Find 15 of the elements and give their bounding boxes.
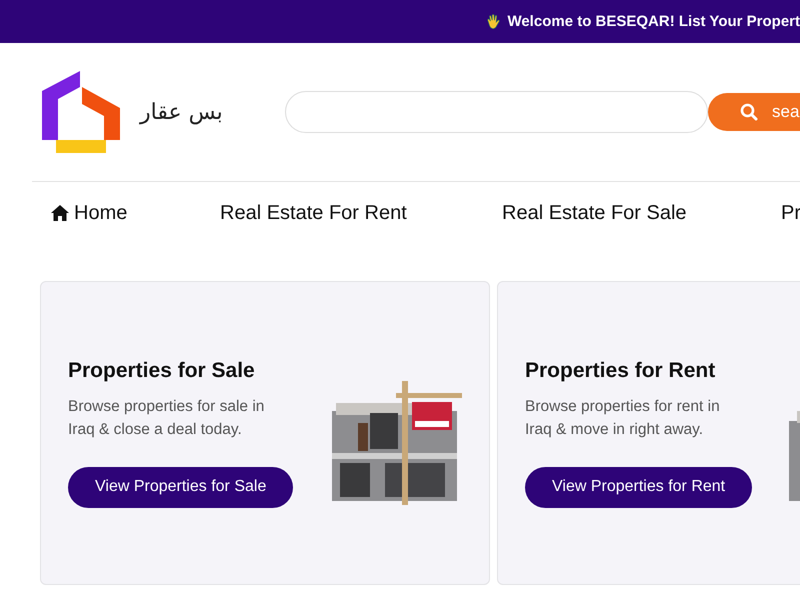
view-properties-button[interactable]: View Properties for Rent — [525, 466, 752, 508]
search-field[interactable] — [285, 91, 708, 133]
site-name: بس عقار — [140, 100, 224, 124]
card-description: Browse properties for rent in Iraq & move in right away. — [525, 396, 721, 440]
search-icon — [740, 103, 758, 121]
welcome-text: Welcome to BESEQAR! List Your Propert — [507, 13, 800, 30]
nav-link[interactable]: Home — [50, 202, 220, 224]
card-title: Properties for Rent — [525, 358, 716, 382]
home-icon — [50, 204, 70, 222]
card-title: Properties for Sale — [68, 358, 256, 382]
nav-link[interactable]: Real Estate For Sale — [502, 202, 781, 224]
view-properties-button[interactable]: View Properties for Sale — [68, 466, 294, 508]
nav-link[interactable]: Real Estate For Rent — [220, 202, 502, 224]
house-logo-icon — [42, 71, 122, 153]
card-description: Browse properties for sale in Iraq & close a deal today. — [68, 396, 266, 440]
